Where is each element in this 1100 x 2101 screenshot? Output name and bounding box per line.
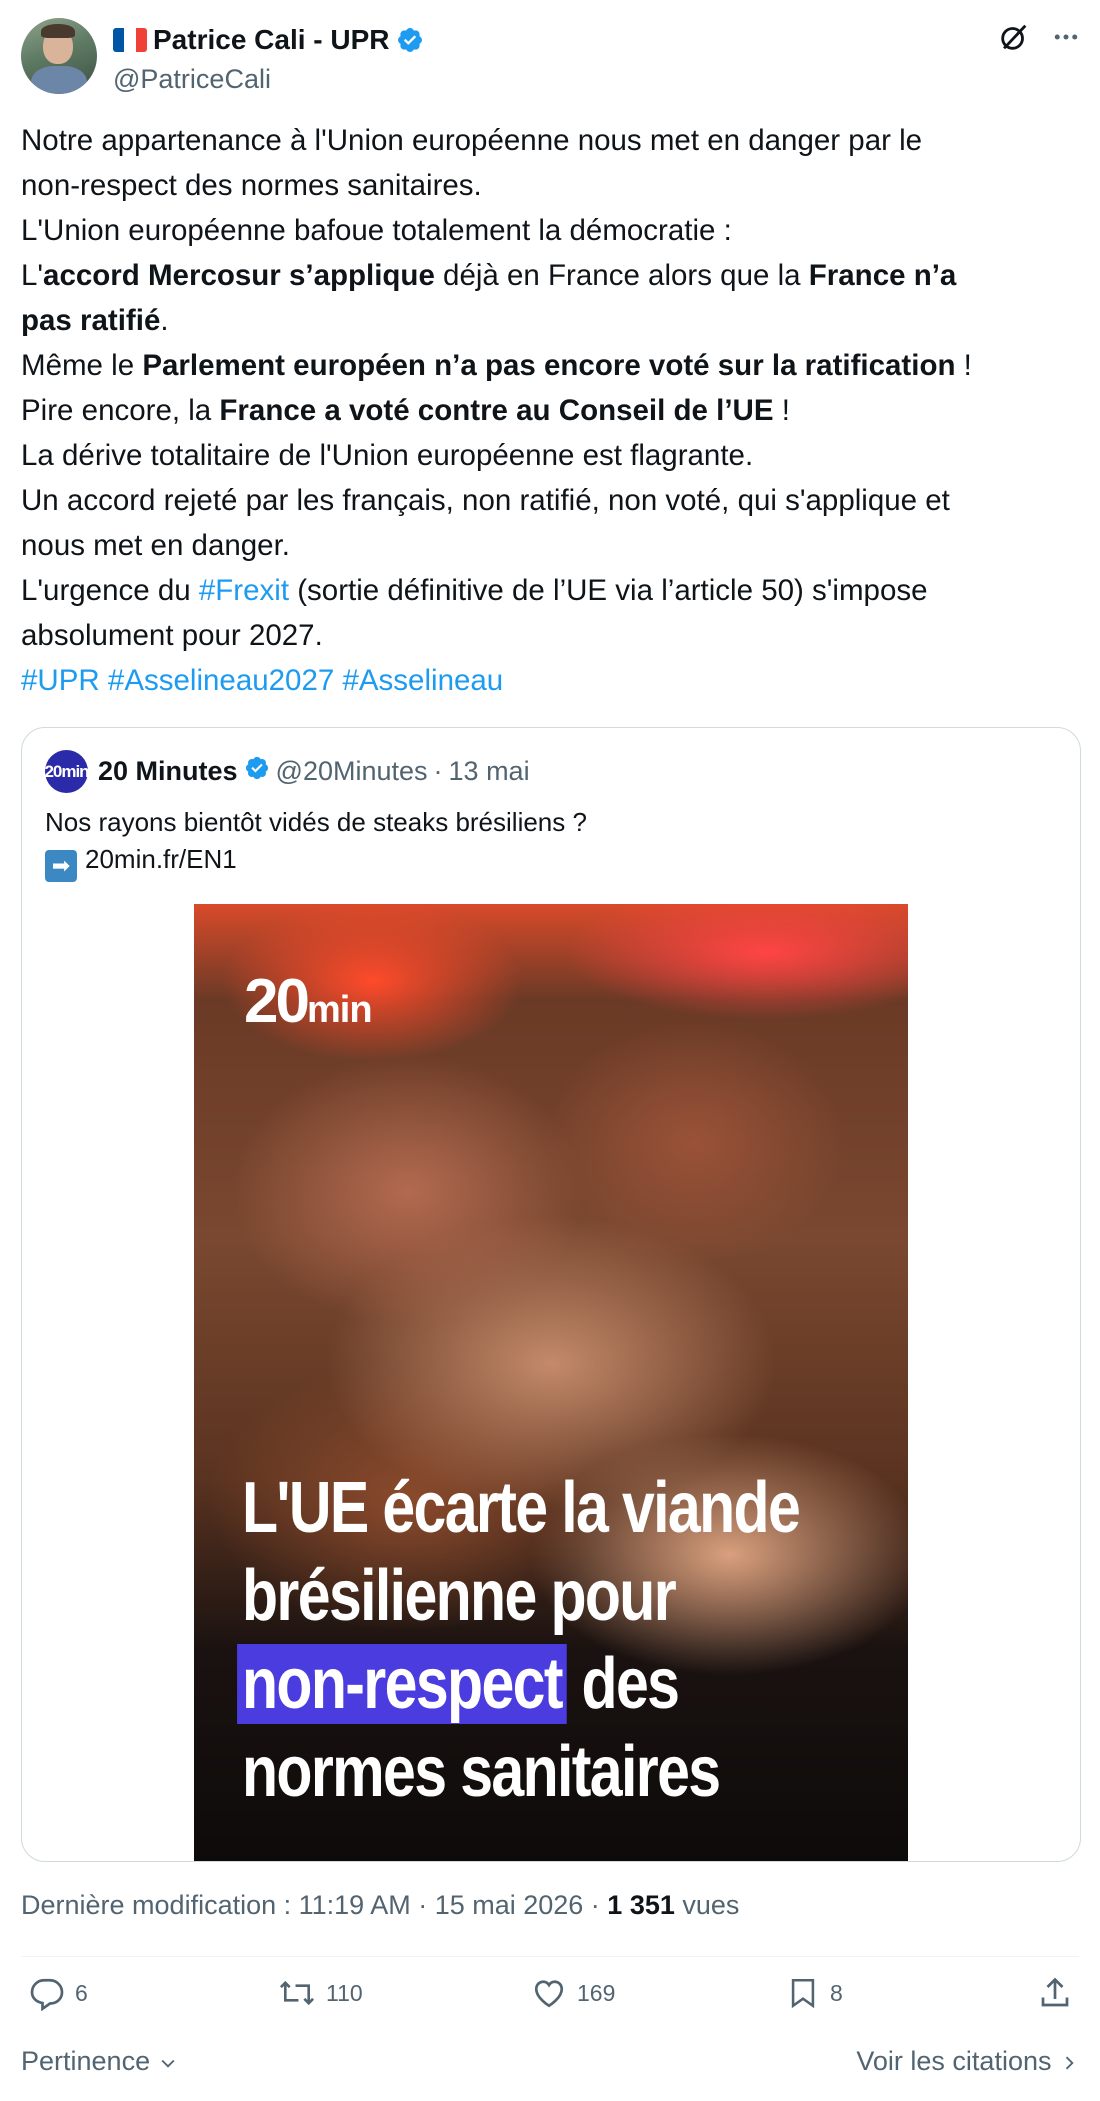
media-headline-line: L'UE écarte la viande (242, 1468, 801, 1548)
tweet-text-run: Pire encore, la (21, 394, 220, 427)
reply-button[interactable]: 6 (29, 1975, 88, 2011)
tweet-line: La dérive totalitaire de l'Union europée… (21, 439, 754, 472)
tweet-text: Notre appartenance à l'Union européenne … (21, 118, 1081, 703)
tweet-bold-run: pas ratifié (21, 304, 161, 337)
tweet-text-run: L' (21, 259, 44, 292)
repost-count: 110 (326, 1979, 363, 2006)
views-count: 1 351 (607, 1890, 675, 1920)
more-options-icon[interactable] (1051, 22, 1081, 57)
repost-icon (279, 1980, 315, 2006)
chevron-down-icon (161, 2059, 175, 2068)
media-headline-line: brésilienne pour (242, 1556, 677, 1636)
media-headline: L'UE écarte la viande brésilienne pour n… (237, 1464, 801, 1816)
quoted-link[interactable]: 20min.fr/EN1 (85, 844, 237, 874)
author-handle[interactable]: @PatriceCali (113, 64, 271, 95)
media-brand-logo: 20min (244, 966, 373, 1037)
tweet-text-run: . (160, 304, 169, 337)
share-icon (1041, 1977, 1069, 2007)
tweet-meta: Dernière modification : 11:19 AM · 15 ma… (21, 1890, 739, 1921)
quoted-author-handle: @20Minutes (275, 756, 428, 786)
media-brand-suffix: min (306, 989, 373, 1031)
like-count: 169 (577, 1979, 616, 2006)
view-quotes-label: Voir les citations (856, 2046, 1052, 2076)
repost-button[interactable]: 110 (278, 1975, 363, 2011)
separator-dot: · (433, 756, 443, 786)
quoted-text-line: Nos rayons bientôt vidés de steaks brési… (45, 807, 587, 837)
media-headline-line: des (566, 1644, 680, 1724)
tweet-text-run: L'urgence du (21, 574, 199, 607)
verified-badge-icon[interactable] (396, 26, 424, 54)
hashtag-link-frexit[interactable]: #Frexit (199, 574, 289, 607)
quoted-tweet-card[interactable]: 20min 20 Minutes @20Minutes · 13 mai Nos… (21, 727, 1081, 1862)
hashtag-link-upr[interactable]: #UPR (21, 664, 100, 697)
media-brand: 20 (244, 967, 310, 1036)
tweet-line: nous met en danger. (21, 529, 290, 562)
tweet-text-run: déjà en France alors que la (434, 259, 809, 292)
bookmark-button[interactable]: 8 (786, 1975, 843, 2011)
tweet-line: L'Union européenne bafoue totalement la … (21, 214, 732, 247)
tweet-text-run: ! (955, 349, 972, 382)
tweet-bold-run: France n’a (808, 259, 957, 292)
grok-icon[interactable] (997, 20, 1031, 59)
bookmark-count: 8 (830, 1979, 843, 2006)
view-quotes-link[interactable]: Voir les citations (856, 2046, 1079, 2077)
views-label: vues (674, 1890, 740, 1920)
hashtag-link-asselineau2027[interactable]: #Asselineau2027 (108, 664, 334, 697)
share-button[interactable] (1037, 1975, 1073, 2011)
tweet-bold-run: France a voté contre au Conseil de l’UE (219, 394, 774, 427)
tweet-text-run: ! (773, 394, 790, 427)
quoted-tweet-text: Nos rayons bientôt vidés de steaks brési… (45, 804, 587, 882)
media-headline-line: normes sanitaires (242, 1732, 721, 1812)
action-bar: 6 110 169 8 (21, 1975, 1079, 2035)
france-flag-icon (113, 28, 147, 52)
replies-footer: Pertinence Voir les citations (21, 2046, 1079, 2086)
quoted-author-avatar[interactable]: 20min (44, 750, 90, 793)
tweet-line: Un accord rejeté par les français, non r… (21, 484, 950, 517)
avatar[interactable] (21, 18, 97, 94)
chevron-right-icon (1065, 2056, 1074, 2070)
sort-label: Pertinence (21, 2046, 151, 2076)
like-button[interactable]: 169 (531, 1975, 615, 2011)
reply-count: 6 (75, 1979, 88, 2006)
heart-icon (534, 1980, 564, 2008)
quoted-media-image[interactable]: 20min L'UE écarte la viande brésilienne … (194, 904, 908, 1861)
tweet-header: Patrice Cali - UPR @PatriceCali (21, 18, 1081, 98)
quoted-author-name[interactable]: 20 Minutes (98, 756, 238, 787)
sort-dropdown[interactable]: Pertinence (21, 2046, 178, 2077)
reply-icon (30, 1978, 64, 2011)
right-arrow-emoji-icon: ➡ (45, 849, 77, 882)
tweet-bold-run: Parlement européen n’a pas encore voté s… (142, 349, 956, 382)
quoted-tweet-header: 20min 20 Minutes @20Minutes · 13 mai (44, 750, 530, 793)
edited-timestamp[interactable]: Dernière modification : 11:19 AM · 15 ma… (21, 1890, 607, 1920)
tweet-line: non-respect des normes sanitaires. (21, 169, 482, 202)
verified-badge-icon (244, 755, 270, 788)
author-display-name[interactable]: Patrice Cali - UPR (153, 24, 390, 56)
tweet-bold-run: accord Mercosur s’applique (43, 259, 435, 292)
tweet-line: Notre appartenance à l'Union européenne … (21, 124, 923, 157)
media-headline-highlight: non-respect (237, 1644, 567, 1724)
quoted-tweet-date: 13 mai (448, 756, 530, 786)
hashtag-link-asselineau[interactable]: #Asselineau (342, 664, 503, 697)
tweet-text-run: Même le (21, 349, 143, 382)
divider (21, 1956, 1079, 1957)
tweet-line: absolument pour 2027. (21, 619, 323, 652)
tweet-text-run: (sortie définitive de l’UE via l’article… (289, 574, 928, 607)
bookmark-icon (791, 1978, 815, 2009)
author-name-row[interactable]: Patrice Cali - UPR (113, 24, 424, 56)
